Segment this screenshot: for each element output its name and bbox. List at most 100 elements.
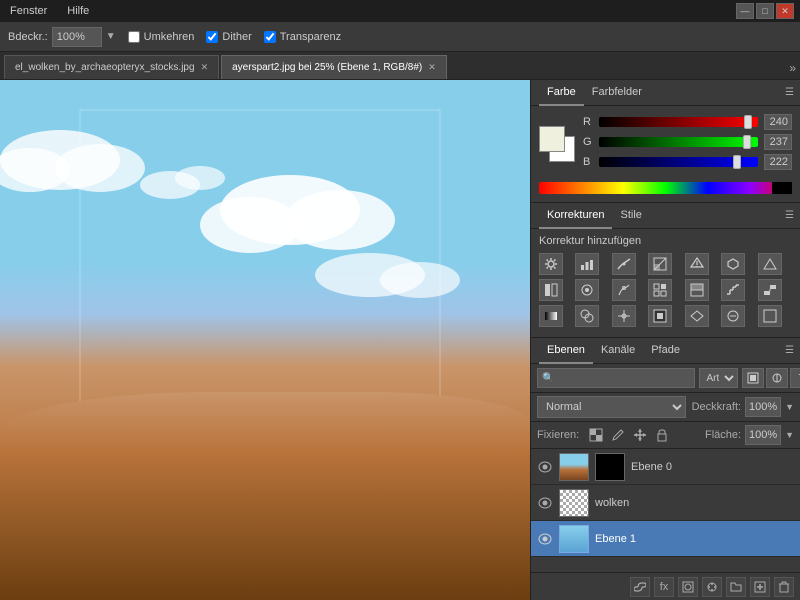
link-layers-button[interactable] bbox=[630, 577, 650, 597]
opacity-dropdown-icon[interactable]: ▼ bbox=[785, 402, 794, 412]
layer-filter-adjust[interactable] bbox=[766, 368, 788, 388]
fixate-lock[interactable] bbox=[653, 427, 671, 443]
menu-fenster[interactable]: Fenster bbox=[6, 3, 51, 19]
dither-checkbox[interactable] bbox=[206, 31, 218, 43]
green-slider-track[interactable] bbox=[599, 137, 758, 147]
tab-ayers-close[interactable]: ✕ bbox=[428, 62, 436, 73]
blue-slider-track[interactable] bbox=[599, 157, 758, 167]
layer-visibility-ebene0[interactable] bbox=[537, 459, 553, 475]
dither-label: Dither bbox=[222, 31, 251, 43]
corr-btn-exposure[interactable] bbox=[648, 253, 672, 275]
umkehren-checkbox[interactable] bbox=[128, 31, 140, 43]
right-panel: Farbe Farbfelder ☰ R bbox=[530, 80, 800, 600]
zoom-dropdown-icon[interactable]: ▼ bbox=[106, 31, 116, 42]
dither-item: Dither bbox=[206, 31, 251, 43]
add-style-button[interactable]: fx bbox=[654, 577, 674, 597]
blend-mode-row: Normal Deckkraft: ▼ bbox=[531, 393, 800, 422]
blue-slider-row: B bbox=[583, 154, 792, 170]
corr-btn-invert[interactable] bbox=[685, 279, 709, 301]
umkehren-label: Umkehren bbox=[144, 31, 195, 43]
transparenz-checkbox[interactable] bbox=[264, 31, 276, 43]
minimize-button[interactable]: — bbox=[736, 3, 754, 19]
layers-panel: Ebenen Kanäle Pfade ☰ 🔍 Art bbox=[531, 338, 800, 600]
corr-btn-gradient-map[interactable] bbox=[539, 305, 563, 327]
blue-value-input[interactable] bbox=[764, 154, 792, 170]
tab-farbe[interactable]: Farbe bbox=[539, 80, 584, 106]
corr-btn-threshold[interactable] bbox=[758, 279, 782, 301]
color-squares[interactable] bbox=[539, 126, 575, 162]
add-mask-button[interactable] bbox=[678, 577, 698, 597]
flaeche-dropdown-icon[interactable]: ▼ bbox=[785, 430, 794, 440]
tab-pfade[interactable]: Pfade bbox=[643, 338, 688, 364]
corr-btn-7[interactable] bbox=[685, 305, 709, 327]
corr-btn-8[interactable] bbox=[721, 305, 745, 327]
corr-btn-selective-color[interactable] bbox=[575, 305, 599, 327]
layer-row-wolken[interactable]: wolken bbox=[531, 485, 800, 521]
corr-btn-brightness[interactable] bbox=[539, 253, 563, 275]
tab-stile[interactable]: Stile bbox=[612, 203, 649, 229]
corr-btn-9[interactable] bbox=[758, 305, 782, 327]
corrections-panel-menu-icon[interactable]: ☰ bbox=[785, 210, 794, 221]
foreground-color-swatch[interactable] bbox=[539, 126, 565, 152]
maximize-button[interactable]: □ bbox=[756, 3, 774, 19]
corr-btn-6[interactable] bbox=[648, 305, 672, 327]
canvas-area[interactable] bbox=[0, 80, 530, 600]
corr-btn-5[interactable] bbox=[612, 305, 636, 327]
layers-type-filter[interactable]: Art bbox=[699, 368, 738, 388]
menu-hilfe[interactable]: Hilfe bbox=[63, 3, 93, 19]
fixate-checkerboard[interactable] bbox=[587, 427, 605, 443]
tabs-more-icon[interactable]: » bbox=[789, 61, 796, 75]
corr-btn-bw[interactable] bbox=[539, 279, 563, 301]
add-layer-button[interactable] bbox=[750, 577, 770, 597]
layer-row-ebene1[interactable]: Ebene 1 bbox=[531, 521, 800, 557]
layers-search[interactable]: 🔍 bbox=[537, 368, 695, 388]
add-group-button[interactable] bbox=[726, 577, 746, 597]
add-adjustment-button[interactable] bbox=[702, 577, 722, 597]
color-panel-menu-icon[interactable]: ☰ bbox=[785, 87, 794, 98]
blend-mode-select[interactable]: Normal bbox=[537, 396, 686, 418]
tab-wolken[interactable]: el_wolken_by_archaeopteryx_stocks.jpg ✕ bbox=[4, 55, 219, 79]
corr-btn-huesat[interactable] bbox=[721, 253, 745, 275]
layer-visibility-wolken[interactable] bbox=[537, 495, 553, 511]
tab-wolken-close[interactable]: ✕ bbox=[201, 62, 209, 73]
layers-panel-menu-icon[interactable]: ☰ bbox=[785, 345, 794, 356]
tab-ebenen[interactable]: Ebenen bbox=[539, 338, 593, 364]
red-value-input[interactable] bbox=[764, 114, 792, 130]
corrections-grid-row1 bbox=[539, 253, 792, 275]
green-value-input[interactable] bbox=[764, 134, 792, 150]
corr-btn-color-lookup[interactable] bbox=[648, 279, 672, 301]
corr-btn-channel-mixer[interactable] bbox=[612, 279, 636, 301]
tab-korrekturen[interactable]: Korrekturen bbox=[539, 203, 612, 229]
corr-btn-colorbalance[interactable] bbox=[758, 253, 782, 275]
fixate-move[interactable] bbox=[631, 427, 649, 443]
corr-btn-vibrance[interactable] bbox=[685, 253, 709, 275]
close-button[interactable]: ✕ bbox=[776, 3, 794, 19]
layers-search-input[interactable] bbox=[558, 373, 690, 384]
corrections-panel: Korrekturen Stile ☰ Korrektur hinzufügen bbox=[531, 203, 800, 338]
color-preview: R G bbox=[539, 114, 792, 174]
flaeche-input[interactable] bbox=[745, 425, 781, 445]
tab-kanaele[interactable]: Kanäle bbox=[593, 338, 643, 364]
corr-btn-levels[interactable] bbox=[575, 253, 599, 275]
color-section: R G bbox=[531, 106, 800, 202]
layer-row-ebene0[interactable]: Ebene 0 bbox=[531, 449, 800, 485]
tab-farbfelder[interactable]: Farbfelder bbox=[584, 80, 650, 106]
layer-filter-pixel[interactable] bbox=[742, 368, 764, 388]
corr-btn-posterize[interactable] bbox=[721, 279, 745, 301]
delete-layer-button[interactable] bbox=[774, 577, 794, 597]
tab-ayers[interactable]: ayerspart2.jpg bei 25% (Ebene 1, RGB/8#)… bbox=[221, 55, 447, 79]
layer-visibility-ebene1[interactable] bbox=[537, 531, 553, 547]
zoom-input[interactable] bbox=[52, 27, 102, 47]
red-slider-handle[interactable] bbox=[744, 115, 752, 129]
main-layout: Farbe Farbfelder ☰ R bbox=[0, 80, 800, 600]
corr-btn-photo-filter[interactable] bbox=[575, 279, 599, 301]
color-spectrum[interactable] bbox=[539, 182, 792, 194]
corr-btn-curves[interactable] bbox=[612, 253, 636, 275]
blue-slider-handle[interactable] bbox=[733, 155, 741, 169]
green-slider-handle[interactable] bbox=[743, 135, 751, 149]
layers-search-icon: 🔍 bbox=[542, 373, 554, 384]
red-slider-track[interactable] bbox=[599, 117, 758, 127]
layer-filter-text[interactable]: T bbox=[790, 368, 800, 388]
opacity-input[interactable] bbox=[745, 397, 781, 417]
fixate-brush[interactable] bbox=[609, 427, 627, 443]
